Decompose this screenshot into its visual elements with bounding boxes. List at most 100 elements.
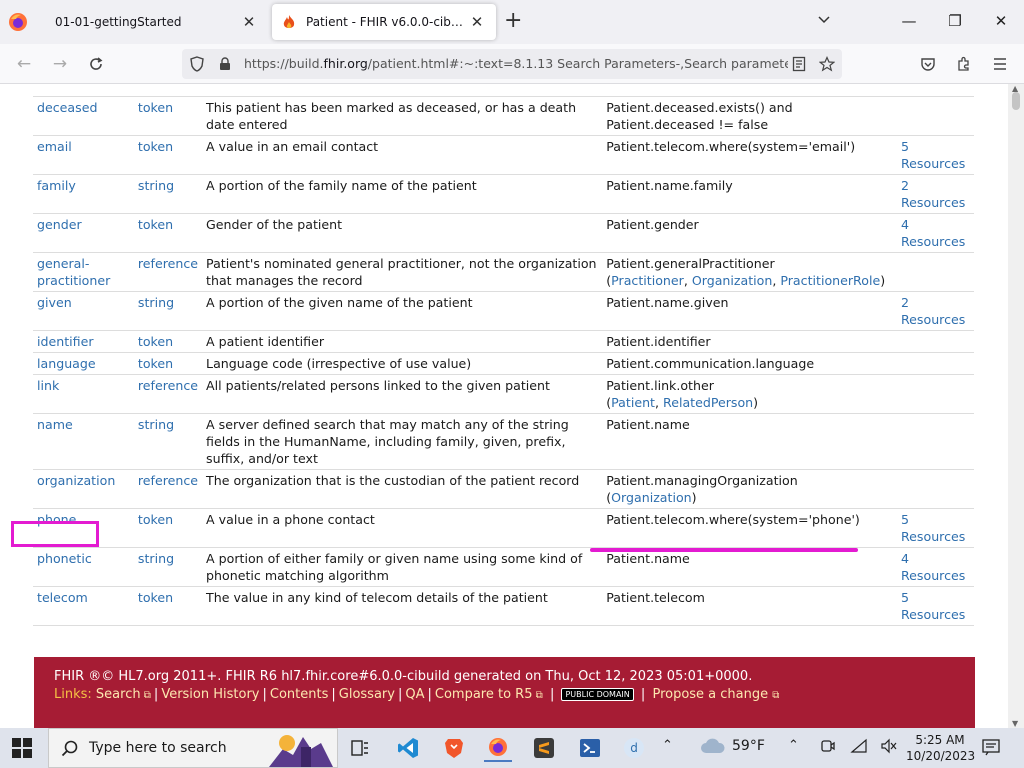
footer-link-propose-change[interactable]: Propose a change [652,687,768,702]
param-name-link[interactable]: gender [33,213,134,253]
param-type-link[interactable]: token [133,586,203,626]
resources-link[interactable]: 2 Resources [897,291,974,331]
close-window-icon[interactable]: ✕ [986,10,1016,32]
param-name-link[interactable]: general-practitioner [33,252,134,292]
firefox-view-icon[interactable] [6,10,30,34]
task-view-icon[interactable] [346,734,374,762]
extensions-icon[interactable] [952,52,976,76]
footer-link-glossary[interactable]: Glossary [339,687,395,702]
param-name-link[interactable]: given [33,291,134,331]
param-type-link[interactable]: token [133,213,203,253]
param-type-link[interactable]: reference [133,469,203,509]
tray-chevron-up-icon[interactable]: ⌃ [788,738,799,753]
expression-text: Patient.managingOrganization [606,472,798,488]
footer-link-contents[interactable]: Contents [270,687,328,702]
param-name-link[interactable]: deceased [33,96,134,136]
brave-icon[interactable] [440,734,468,762]
table-row: email token A value in an email contact Pat… [33,135,974,175]
param-type-link[interactable]: token [133,135,203,175]
address-bar[interactable]: https://build.fhir.org/patient.html#:~:t… [182,49,842,79]
close-tab-icon[interactable]: ✕ [240,13,258,31]
expression-text: Patient.telecom.where(system='phone') [606,511,860,527]
back-icon[interactable]: ← [12,52,36,76]
param-name-link[interactable]: telecom [33,586,134,626]
vscode-icon[interactable] [394,734,422,762]
reader-view-icon[interactable] [790,55,808,73]
public-domain-badge[interactable]: PUBLIC DOMAIN [561,688,634,701]
param-type-link[interactable]: token [133,330,203,353]
volume-muted-icon[interactable] [880,738,898,758]
url-text[interactable]: https://build.fhir.org/patient.html#:~:t… [244,56,788,71]
target-resource-link[interactable]: Practitioner [611,273,684,288]
firefox-taskbar-icon[interactable] [484,734,512,762]
clock-date: 10/20/2023 [906,749,976,763]
search-highlight-halloween-icon [269,735,333,767]
scroll-down-icon[interactable]: ▼ [1012,719,1018,728]
param-name-link[interactable]: identifier [33,330,134,353]
param-name-link[interactable]: name [33,413,134,470]
target-resource-link[interactable]: Patient [611,395,655,410]
reload-icon[interactable] [84,52,108,76]
footer-link-version-history[interactable]: Version History [161,687,259,702]
app-d-icon[interactable]: d [620,734,648,762]
target-resource-link[interactable]: Organization [611,490,692,505]
lock-icon[interactable] [216,55,234,73]
resources-link[interactable]: 2 Resources [897,174,974,214]
resources-link[interactable]: 5 Resources [897,586,974,626]
param-type-link[interactable]: string [133,413,203,470]
list-all-tabs-icon[interactable] [816,12,832,32]
target-resource-link[interactable]: RelatedPerson [663,395,753,410]
resources-link[interactable]: 4 Resources [897,213,974,253]
resources-link[interactable]: 5 Resources [897,135,974,175]
param-name-link[interactable]: link [33,374,134,414]
tab-label: 01-01-gettingStarted [55,15,182,29]
expression-text: Patient.identifier [606,333,711,349]
param-description: A value in a phone contact [202,508,603,548]
target-resource-link[interactable]: PractitionerRole [780,273,880,288]
param-name-link[interactable]: language [33,352,134,375]
param-name-link[interactable]: phonetic [33,547,134,587]
sublime-text-icon[interactable] [530,734,558,762]
footer-link-search[interactable]: Search [96,687,141,702]
param-name-link[interactable]: organization [33,469,134,509]
param-name-link[interactable]: email [33,135,134,175]
target-resource-link[interactable]: Organization [692,273,773,288]
external-link-icon: ⧉ [772,690,780,701]
bookmark-star-icon[interactable] [818,55,836,73]
windows-start-icon[interactable] [12,738,32,758]
param-type-link[interactable]: token [133,508,203,548]
param-type-link[interactable]: string [133,291,203,331]
footer-link-qa[interactable]: QA [405,687,424,702]
forward-icon[interactable]: → [48,52,72,76]
param-type-link[interactable]: reference [133,374,203,414]
resources-link[interactable]: 5 Resources [897,508,974,548]
page-scrollbar[interactable]: ▲ ▼ [1008,84,1024,728]
restore-icon[interactable]: ❐ [940,10,970,32]
taskbar-search[interactable]: Type here to search [48,728,338,768]
meet-now-icon[interactable] [820,738,836,758]
param-name-link[interactable]: family [33,174,134,214]
scroll-thumb[interactable] [1012,92,1020,110]
footer-link-compare-to-r5[interactable]: Compare to R5 [435,687,533,702]
close-tab-icon[interactable]: ✕ [468,13,486,31]
param-type-link[interactable]: token [133,352,203,375]
network-icon[interactable] [850,738,868,758]
weather-widget[interactable]: 59°F [700,738,765,754]
tab-getting-started[interactable]: 01-01-gettingStarted ✕ [42,4,268,40]
expression-text: Patient.name [606,416,690,432]
tracking-shield-icon[interactable] [188,55,206,73]
menu-icon[interactable] [988,52,1012,76]
tab-patient-fhir[interactable]: Patient - FHIR v6.0.0-cibuild ✕ [272,4,496,40]
resources-link[interactable]: 4 Resources [897,547,974,587]
param-type-link[interactable]: token [133,96,203,136]
powershell-icon[interactable] [576,734,604,762]
pocket-icon[interactable] [916,52,940,76]
new-tab-button[interactable]: + [504,10,522,32]
minimize-icon[interactable]: — [894,10,924,32]
show-hidden-icons-chevron[interactable]: ⌃ [662,738,673,753]
param-type-link[interactable]: string [133,174,203,214]
notifications-icon[interactable] [982,738,1000,760]
param-type-link[interactable]: reference [133,252,203,292]
system-clock[interactable]: 5:25 AM 10/20/2023 [906,732,976,764]
param-type-link[interactable]: string [133,547,203,587]
